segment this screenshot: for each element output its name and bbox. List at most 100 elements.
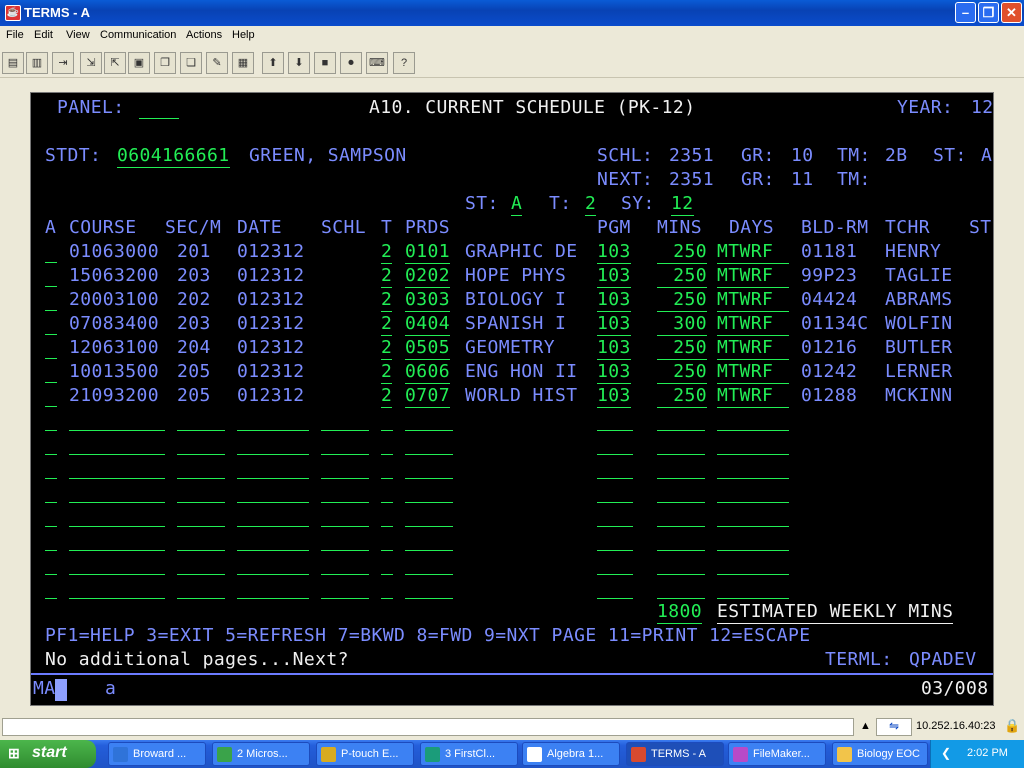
blank-entry-field[interactable] (69, 481, 165, 503)
blank-entry-field[interactable] (177, 577, 225, 599)
row-days-field[interactable]: MTWRF (717, 313, 789, 336)
row-periods-field[interactable]: 0101 (405, 241, 451, 264)
panel-field[interactable] (139, 97, 179, 119)
blank-entry-field[interactable] (321, 481, 369, 503)
blank-entry-field[interactable] (597, 577, 633, 599)
task-microsoft[interactable]: 2 Micros... (212, 742, 310, 766)
blank-entry-field[interactable] (45, 553, 57, 575)
row-term-field[interactable]: 2 (381, 337, 393, 360)
blank-entry-field[interactable] (177, 529, 225, 551)
row-periods-field[interactable]: 0404 (405, 313, 451, 336)
record-icon[interactable]: ⏺ (340, 52, 362, 74)
blank-entry-field[interactable] (381, 409, 393, 431)
blank-entry-field[interactable] (237, 457, 309, 479)
blank-entry-field[interactable] (321, 553, 369, 575)
maximize-button[interactable]: ❐ (978, 2, 999, 23)
blank-entry-field[interactable] (405, 529, 453, 551)
menu-help[interactable]: Help (232, 29, 255, 41)
row-program-field[interactable]: 103 (597, 385, 631, 408)
row-days-field[interactable]: MTWRF (717, 265, 789, 288)
blank-entry-field[interactable] (405, 577, 453, 599)
row-minutes-field[interactable]: 250 (657, 385, 707, 408)
color-icon[interactable]: ✎ (206, 52, 228, 74)
row-action-field[interactable] (45, 265, 57, 287)
task-filemaker[interactable]: FileMaker... (728, 742, 826, 766)
menu-actions[interactable]: Actions (186, 29, 222, 41)
blank-entry-field[interactable] (657, 481, 705, 503)
blank-entry-field[interactable] (597, 409, 633, 431)
total-mins-field[interactable]: 1800 (657, 601, 703, 624)
blank-entry-field[interactable] (381, 481, 393, 503)
receive-icon[interactable]: ⬇ (288, 52, 310, 74)
blank-entry-field[interactable] (45, 409, 57, 431)
row-days-field[interactable]: MTWRF (717, 337, 789, 360)
blank-entry-field[interactable] (69, 433, 165, 455)
copy-screen-icon[interactable]: ▥ (26, 52, 48, 74)
task-firstclass[interactable]: 3 FirstCl... (420, 742, 518, 766)
blank-entry-field[interactable] (405, 457, 453, 479)
blank-entry-field[interactable] (405, 433, 453, 455)
row-action-field[interactable] (45, 313, 57, 335)
blank-entry-field[interactable] (45, 457, 57, 479)
row-days-field[interactable]: MTWRF (717, 385, 789, 408)
menu-view[interactable]: View (66, 29, 90, 41)
blank-entry-field[interactable] (597, 529, 633, 551)
blank-entry-field[interactable] (237, 481, 309, 503)
blank-entry-field[interactable] (657, 457, 705, 479)
blank-entry-field[interactable] (405, 553, 453, 575)
row-days-field[interactable]: MTWRF (717, 241, 789, 264)
row-term-field[interactable]: 2 (381, 289, 393, 312)
blank-entry-field[interactable] (45, 433, 57, 455)
row-minutes-field[interactable]: 250 (657, 265, 707, 288)
row-term-field[interactable]: 2 (381, 241, 393, 264)
blank-entry-field[interactable] (69, 577, 165, 599)
blank-entry-field[interactable] (69, 409, 165, 431)
blank-entry-field[interactable] (717, 505, 789, 527)
row-periods-field[interactable]: 0707 (405, 385, 451, 408)
row-action-field[interactable] (45, 385, 57, 407)
blank-entry-field[interactable] (381, 577, 393, 599)
blank-entry-field[interactable] (237, 553, 309, 575)
blank-entry-field[interactable] (657, 553, 705, 575)
row-program-field[interactable]: 103 (597, 289, 631, 312)
row-periods-field[interactable]: 0303 (405, 289, 451, 312)
row-action-field[interactable] (45, 241, 57, 263)
blank-entry-field[interactable] (381, 457, 393, 479)
blank-entry-field[interactable] (237, 505, 309, 527)
blank-entry-field[interactable] (45, 577, 57, 599)
task-terms[interactable]: TERMS - A (626, 742, 724, 766)
blank-entry-field[interactable] (717, 433, 789, 455)
stop-icon[interactable]: ■ (314, 52, 336, 74)
blank-entry-field[interactable] (657, 409, 705, 431)
row-term-field[interactable]: 2 (381, 361, 393, 384)
blank-entry-field[interactable] (597, 433, 633, 455)
row-periods-field[interactable]: 0606 (405, 361, 451, 384)
blank-entry-field[interactable] (717, 481, 789, 503)
blank-entry-field[interactable] (657, 577, 705, 599)
blank-entry-field[interactable] (405, 409, 453, 431)
blank-entry-field[interactable] (69, 505, 165, 527)
blank-entry-field[interactable] (177, 505, 225, 527)
blank-entry-field[interactable] (657, 529, 705, 551)
row-term-field[interactable]: 2 (381, 385, 393, 408)
start-button[interactable]: ⊞ start (0, 740, 96, 768)
blank-entry-field[interactable] (321, 505, 369, 527)
row-minutes-field[interactable]: 250 (657, 289, 707, 312)
print-icon[interactable]: ▤ (2, 52, 24, 74)
tray-arrow-icon[interactable]: ❮ (941, 746, 951, 760)
row-minutes-field[interactable]: 250 (657, 241, 707, 264)
blank-entry-field[interactable] (177, 433, 225, 455)
blank-entry-field[interactable] (717, 457, 789, 479)
blank-entry-field[interactable] (597, 505, 633, 527)
blank-entry-field[interactable] (717, 529, 789, 551)
minimize-button[interactable]: – (955, 2, 976, 23)
blank-entry-field[interactable] (657, 505, 705, 527)
task-algebra[interactable]: Algebra 1... (522, 742, 620, 766)
blank-entry-field[interactable] (45, 505, 57, 527)
paste-icon[interactable]: ⇥ (52, 52, 74, 74)
scroll-up-icon[interactable]: ▲ (860, 720, 871, 732)
help-icon[interactable]: ? (393, 52, 415, 74)
blank-entry-field[interactable] (657, 433, 705, 455)
blank-entry-field[interactable] (597, 457, 633, 479)
blank-entry-field[interactable] (321, 433, 369, 455)
